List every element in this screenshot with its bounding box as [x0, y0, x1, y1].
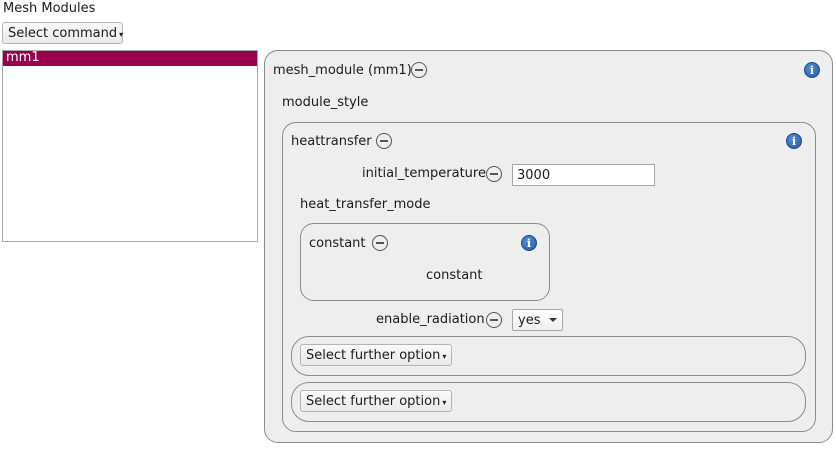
heattransfer-title: heattransfer	[291, 134, 372, 149]
remove-heattransfer-icon[interactable]	[376, 133, 392, 149]
mesh-module-info-icon[interactable]: i	[804, 62, 820, 78]
remove-mesh-module-icon[interactable]	[411, 62, 427, 78]
constant-title: constant	[309, 236, 366, 251]
further-option-label-2: Select further option	[306, 393, 441, 409]
constant-info-icon[interactable]: i	[521, 235, 537, 251]
module-style-label: module_style	[282, 95, 369, 110]
initial-temperature-label: initial_temperature	[362, 166, 486, 181]
remove-initial-temperature-icon[interactable]	[486, 166, 502, 182]
mesh-module-title: mesh_module (mm1)	[273, 63, 412, 78]
constant-value: constant	[426, 268, 483, 283]
page-title: Mesh Modules	[3, 1, 96, 16]
enable-radiation-select[interactable]: yes	[512, 309, 563, 331]
heat-transfer-mode-label: heat_transfer_mode	[300, 197, 431, 212]
select-command-label: Select command	[8, 25, 118, 41]
list-item-mm1[interactable]: mm1	[3, 51, 257, 66]
select-further-option-button-2[interactable]: Select further option ▾	[300, 390, 453, 412]
constant-panel	[300, 223, 550, 301]
enable-radiation-value: yes	[518, 312, 541, 328]
remove-enable-radiation-icon[interactable]	[486, 312, 502, 328]
heattransfer-info-icon[interactable]: i	[786, 133, 802, 149]
select-further-option-button-1[interactable]: Select further option ▾	[300, 344, 453, 366]
chevron-down-icon: ▾	[119, 29, 124, 39]
remove-constant-icon[interactable]	[372, 235, 388, 251]
enable-radiation-label: enable_radiation	[376, 312, 485, 327]
chevron-down-icon: ▾	[442, 397, 447, 407]
chevron-down-icon: ▾	[442, 351, 447, 361]
mesh-modules-list[interactable]: mm1	[2, 50, 258, 242]
dropdown-arrow-icon	[549, 318, 557, 322]
further-option-label-1: Select further option	[306, 347, 441, 363]
initial-temperature-input[interactable]	[512, 164, 655, 186]
select-command-button[interactable]: Select command ▾	[2, 22, 123, 44]
